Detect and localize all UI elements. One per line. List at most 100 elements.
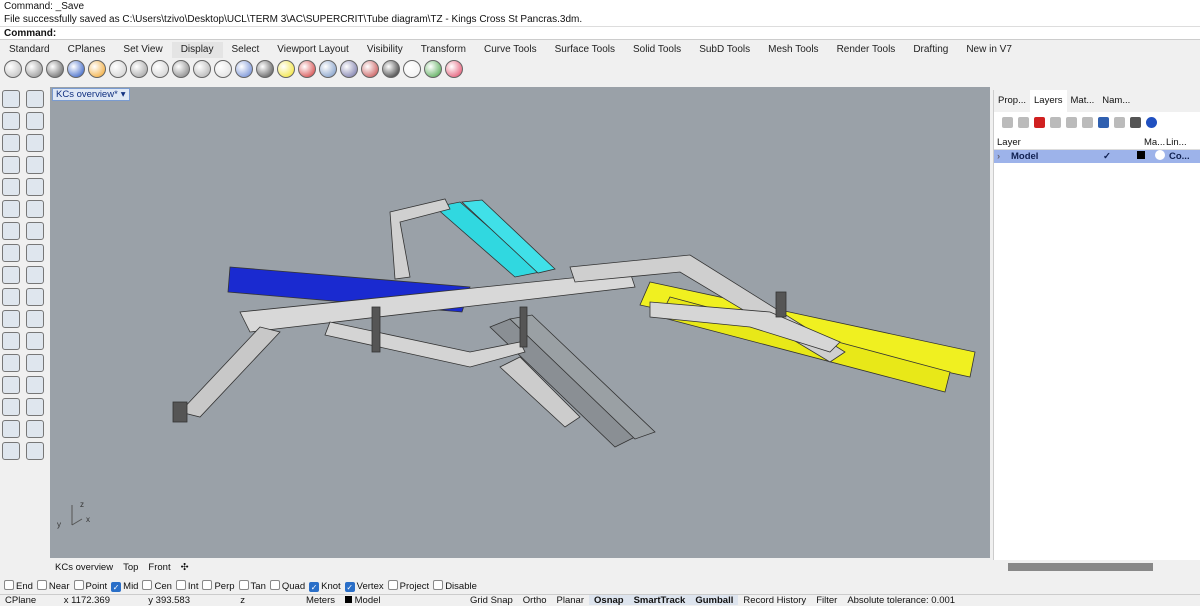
tool-icon[interactable] <box>2 376 20 394</box>
tool-icon[interactable] <box>26 112 44 130</box>
tool-icon[interactable] <box>2 442 20 460</box>
display-mode-icon[interactable] <box>172 60 190 78</box>
checkbox[interactable] <box>202 580 213 590</box>
display-mode-icon[interactable] <box>298 60 316 78</box>
osnap-perp[interactable]: Perp <box>202 580 235 592</box>
osnap-int[interactable]: Int <box>175 580 198 592</box>
display-mode-icon[interactable] <box>445 60 463 78</box>
osnap-disable[interactable]: Disable <box>433 580 477 592</box>
checkbox[interactable] <box>238 580 249 590</box>
osnap-end[interactable]: End <box>4 580 33 592</box>
display-mode-icon[interactable] <box>319 60 337 78</box>
help-icon[interactable] <box>1146 117 1157 128</box>
checkbox[interactable] <box>387 580 398 590</box>
tool-icon[interactable] <box>26 354 44 372</box>
document-icon[interactable] <box>1114 117 1125 128</box>
osnap-point[interactable]: Point <box>73 580 107 592</box>
viewport-tab[interactable]: Top <box>120 561 141 574</box>
filter-toggle[interactable]: Filter <box>811 595 842 606</box>
display-mode-icon[interactable] <box>214 60 232 78</box>
layer-row[interactable]: › Model ✓ Co... <box>994 150 1200 163</box>
tool-icon[interactable] <box>26 200 44 218</box>
move-left-icon[interactable] <box>1082 117 1093 128</box>
display-mode-icon[interactable] <box>235 60 253 78</box>
record-history-toggle[interactable]: Record History <box>738 595 811 606</box>
planar-toggle[interactable]: Planar <box>552 595 589 606</box>
tool-icon[interactable] <box>26 244 44 262</box>
chevron-right-icon[interactable]: › <box>997 150 1011 163</box>
panel-tab-layers[interactable]: Layers <box>1030 90 1067 112</box>
checkbox[interactable] <box>4 580 14 590</box>
checkbox[interactable]: ✓ <box>309 581 320 592</box>
add-viewport-icon[interactable]: ✣ <box>178 561 192 574</box>
move-up-icon[interactable] <box>1050 117 1061 128</box>
tab-display[interactable]: Display <box>171 42 223 58</box>
tool-icon[interactable] <box>2 420 20 438</box>
viewport-tab[interactable]: Front <box>145 561 173 574</box>
display-mode-icon[interactable] <box>67 60 85 78</box>
checkbox[interactable] <box>175 580 186 590</box>
checkbox[interactable]: ✓ <box>111 581 122 592</box>
tool-icon[interactable] <box>26 376 44 394</box>
tab-render-tools[interactable]: Render Tools <box>828 42 905 58</box>
panel-tab-nam[interactable]: Nam... <box>1098 90 1134 112</box>
osnap-near[interactable]: Near <box>36 580 70 592</box>
display-mode-icon[interactable] <box>4 60 22 78</box>
checkbox[interactable] <box>269 580 280 590</box>
viewport-title-tab[interactable]: KCs overview* ▾ <box>52 88 130 101</box>
tab-solid-tools[interactable]: Solid Tools <box>624 42 690 58</box>
display-mode-icon[interactable] <box>109 60 127 78</box>
osnap-quad[interactable]: Quad <box>269 580 305 592</box>
tool-icon[interactable] <box>26 442 44 460</box>
color-swatch[interactable] <box>1137 151 1145 159</box>
tool-icon[interactable] <box>2 134 20 152</box>
display-mode-icon[interactable] <box>46 60 64 78</box>
tool-icon[interactable] <box>2 354 20 372</box>
tab-transform[interactable]: Transform <box>412 42 475 58</box>
tool-icon[interactable] <box>26 288 44 306</box>
display-mode-icon[interactable] <box>340 60 358 78</box>
filter-icon[interactable] <box>1098 117 1109 128</box>
osnap-mid[interactable]: ✓ Mid <box>111 581 138 592</box>
viewport[interactable]: z y x <box>50 87 990 558</box>
tool-icon[interactable] <box>26 398 44 416</box>
panel-tab-mat[interactable]: Mat... <box>1067 90 1099 112</box>
osnap-knot[interactable]: ✓ Knot <box>309 581 341 592</box>
material-swatch[interactable] <box>1155 150 1165 160</box>
tools-icon[interactable] <box>1130 117 1141 128</box>
checkbox[interactable] <box>36 580 47 590</box>
display-mode-icon[interactable] <box>424 60 442 78</box>
tab-mesh-tools[interactable]: Mesh Tools <box>759 42 827 58</box>
display-mode-icon[interactable] <box>277 60 295 78</box>
panel-tab-prop[interactable]: Prop... <box>994 90 1030 112</box>
display-mode-icon[interactable] <box>382 60 400 78</box>
display-mode-icon[interactable] <box>25 60 43 78</box>
tool-icon[interactable] <box>2 288 20 306</box>
display-mode-icon[interactable] <box>151 60 169 78</box>
command-input[interactable]: Command: <box>0 26 1200 39</box>
tab-curve-tools[interactable]: Curve Tools <box>475 42 546 58</box>
display-mode-icon[interactable] <box>403 60 421 78</box>
osnap-project[interactable]: Project <box>387 580 429 592</box>
osnap-vertex[interactable]: ✓ Vertex <box>344 581 384 592</box>
tab-surface-tools[interactable]: Surface Tools <box>546 42 624 58</box>
tab-cplanes[interactable]: CPlanes <box>59 42 115 58</box>
tab-select[interactable]: Select <box>223 42 269 58</box>
osnap-toggle[interactable]: Osnap <box>589 595 629 606</box>
smarttrack-toggle[interactable]: SmartTrack <box>628 595 691 606</box>
move-down-icon[interactable] <box>1066 117 1077 128</box>
display-mode-icon[interactable] <box>130 60 148 78</box>
viewport-tab[interactable]: KCs overview <box>52 561 116 574</box>
tab-subd-tools[interactable]: SubD Tools <box>690 42 759 58</box>
delete-icon[interactable] <box>1034 117 1045 128</box>
tool-icon[interactable] <box>2 398 20 416</box>
tool-icon[interactable] <box>26 310 44 328</box>
display-mode-icon[interactable] <box>193 60 211 78</box>
tool-icon[interactable] <box>2 178 20 196</box>
checkbox[interactable] <box>433 580 444 590</box>
display-mode-icon[interactable] <box>361 60 379 78</box>
ortho-toggle[interactable]: Ortho <box>518 595 552 606</box>
tool-icon[interactable] <box>2 200 20 218</box>
tool-icon[interactable] <box>26 222 44 240</box>
tool-icon[interactable] <box>2 244 20 262</box>
